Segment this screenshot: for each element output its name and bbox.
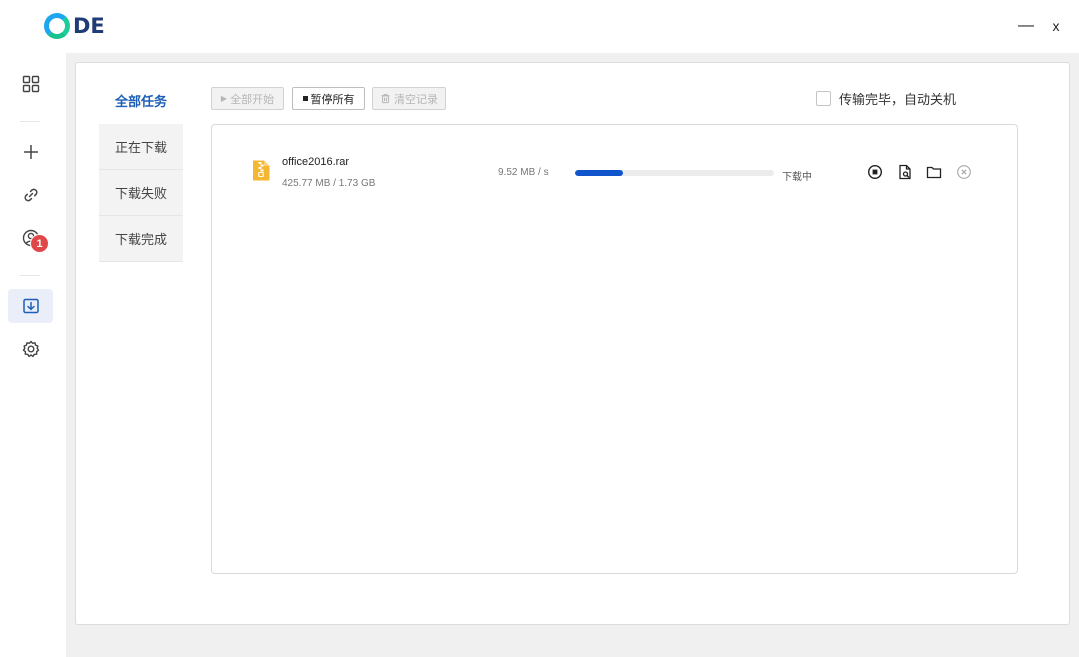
plus-icon xyxy=(23,145,38,159)
download-icon xyxy=(22,298,39,314)
task-file-name: office2016.rar xyxy=(282,156,350,168)
task-progress-fill xyxy=(575,170,623,176)
pause-task-button[interactable] xyxy=(866,163,884,181)
folder-icon xyxy=(926,166,942,179)
sidebar-item-settings[interactable] xyxy=(8,332,53,366)
pause-all-label: 暂停所有 xyxy=(310,93,355,106)
clear-records-button[interactable]: 清空记录 xyxy=(372,87,446,110)
download-count-badge: 1 xyxy=(30,234,49,253)
clear-records-label: 清空记录 xyxy=(394,93,438,106)
trash-icon xyxy=(381,94,390,104)
tab-downloading[interactable]: 正在下载 xyxy=(99,124,183,170)
open-folder-button[interactable] xyxy=(925,163,943,181)
archive-file-icon xyxy=(253,160,270,181)
stop-circle-icon xyxy=(867,164,883,180)
task-file-size: 425.77 MB / 1.73 GB xyxy=(282,178,376,189)
auto-shutdown-label: 传输完毕，自动关机 xyxy=(839,91,957,107)
task-list xyxy=(211,124,1018,574)
tab-completed[interactable]: 下载完成 xyxy=(99,216,183,262)
start-all-button[interactable]: ▶ 全部开始 xyxy=(211,87,284,110)
sidebar-item-apps[interactable] xyxy=(8,67,53,101)
file-search-icon xyxy=(899,164,911,180)
logo-ring-icon xyxy=(44,13,70,39)
sidebar-divider xyxy=(20,275,40,276)
stop-square-icon xyxy=(302,96,308,101)
sidebar-item-downloads[interactable] xyxy=(8,289,53,323)
sidebar-divider xyxy=(20,121,40,122)
close-button[interactable]: x xyxy=(1046,14,1066,38)
auto-shutdown-checkbox[interactable] xyxy=(816,90,831,106)
title-bar: DE — x xyxy=(0,0,1079,53)
app-logo: DE xyxy=(44,12,105,40)
task-status: 下载中 xyxy=(782,172,812,183)
logo-text: DE xyxy=(73,14,105,38)
minimize-button[interactable]: — xyxy=(1016,14,1036,38)
apps-icon xyxy=(22,75,39,93)
pause-all-button[interactable]: 暂停所有 xyxy=(292,87,365,110)
auto-shutdown-option[interactable]: 传输完毕，自动关机 xyxy=(816,89,956,107)
sidebar-item-add[interactable] xyxy=(8,135,53,169)
link-icon xyxy=(23,188,38,202)
sidebar-item-link[interactable] xyxy=(8,178,53,212)
task-progress-bar xyxy=(575,170,774,176)
play-icon: ▶ xyxy=(220,94,228,103)
gear-icon xyxy=(22,340,39,358)
view-file-button[interactable] xyxy=(896,163,914,181)
close-circle-icon xyxy=(957,165,971,179)
tab-failed[interactable]: 下载失败 xyxy=(99,170,183,216)
tab-all-tasks[interactable]: 全部任务 xyxy=(99,77,183,123)
delete-task-button[interactable] xyxy=(955,163,973,181)
task-speed: 9.52 MB / s xyxy=(498,167,549,178)
start-all-label: 全部开始 xyxy=(230,93,275,106)
